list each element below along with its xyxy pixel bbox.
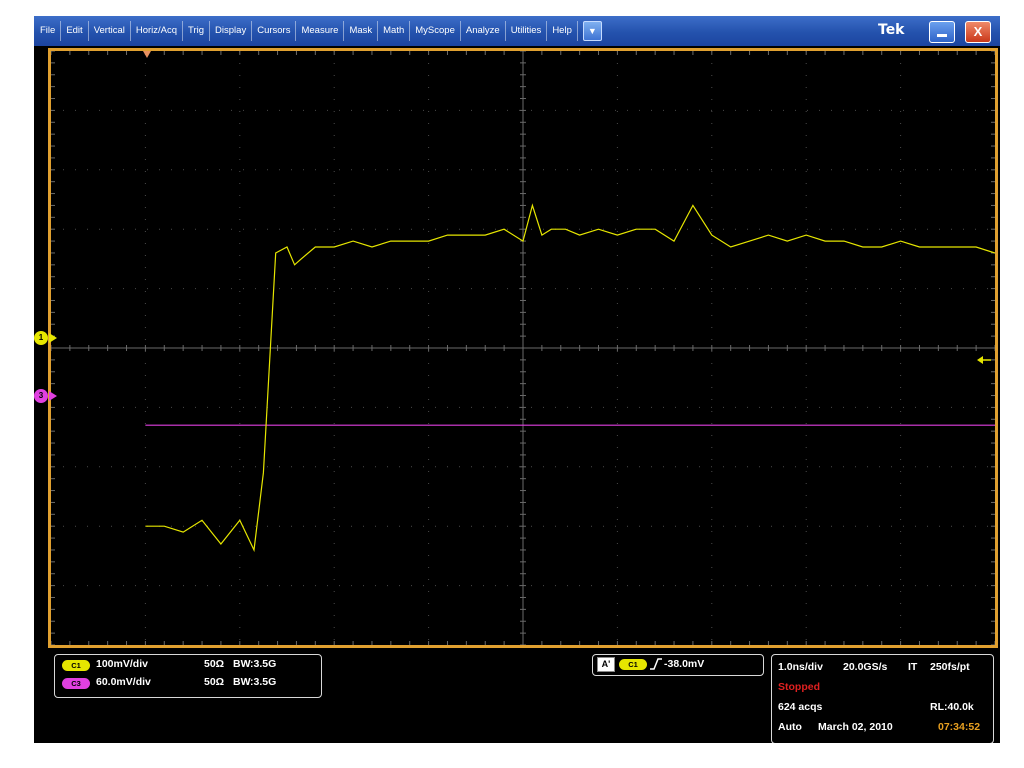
channel-3-bandwidth: :3.5G <box>250 676 277 688</box>
sample-rate: 20.0GS/s <box>843 661 888 673</box>
dropdown-arrow-icon[interactable]: ▼ <box>582 21 602 41</box>
trigger-level-arrow-icon[interactable] <box>977 356 991 364</box>
channel-readout-box[interactable] <box>54 654 322 698</box>
menu-cursors[interactable]: Cursors <box>252 21 297 41</box>
trigger-mode: Auto <box>778 721 802 733</box>
time-resolution: 250fs/pt <box>930 661 970 673</box>
trigger-source-chip: C1 <box>619 659 647 670</box>
menu-utilities[interactable]: Utilities <box>506 21 548 41</box>
channel-1-bandwidth: :3.5G <box>250 658 277 670</box>
tek-logo: Tek <box>878 22 905 38</box>
menu-mask[interactable]: Mask <box>344 21 379 41</box>
channel-1-scale: 100mV/div <box>96 658 148 670</box>
time-per-div: 1.0ns/div <box>778 661 823 673</box>
menu-vertical[interactable]: Vertical <box>89 21 131 41</box>
trigger-mode-badge: A' <box>597 657 615 672</box>
menu-measure[interactable]: Measure <box>296 21 345 41</box>
menu-horiz-acq[interactable]: Horiz/Acq <box>131 21 184 41</box>
channel-1-marker-arrow-icon <box>49 333 57 343</box>
menu-myscope[interactable]: MyScope <box>410 21 461 41</box>
channel-3-chip[interactable]: C3 <box>62 678 90 689</box>
acquisition-mode: IT <box>908 661 918 673</box>
acquisition-date: March 02, 2010 <box>818 721 893 733</box>
acquisition-state: Stopped <box>778 681 820 693</box>
menu-help[interactable]: Help <box>547 21 578 41</box>
trigger-position-icon[interactable] <box>143 51 151 58</box>
menu-bar: File Edit Vertical Horiz/Acq Trig Displa… <box>34 16 1000 46</box>
record-length: RL:40.0k <box>930 701 974 713</box>
waveform-display[interactable] <box>48 48 998 648</box>
menu-math[interactable]: Math <box>378 21 411 41</box>
channel-1-chip[interactable]: C1 <box>62 660 90 671</box>
menu-trig[interactable]: Trig <box>183 21 211 41</box>
acquisition-count: 624 acqs <box>778 701 823 713</box>
channel-1-marker[interactable]: 1 <box>34 331 48 345</box>
close-button[interactable]: X <box>965 21 991 43</box>
status-panel: C1 100mV/div 50Ω BW :3.5G C3 60.0mV/div … <box>34 648 1000 743</box>
menu-file[interactable]: File <box>34 21 62 41</box>
channel-3-impedance: 50Ω <box>204 676 225 688</box>
minimize-button[interactable] <box>929 21 955 43</box>
rising-edge-icon <box>650 658 662 670</box>
waveform-graticule <box>51 51 995 645</box>
channel-3-marker-arrow-icon <box>49 391 57 401</box>
channel-1-waveform <box>145 203 995 553</box>
acquisition-time: 07:34:52 <box>938 721 981 733</box>
graticule-grid <box>51 51 995 645</box>
oscilloscope-app: File Edit Vertical Horiz/Acq Trig Displa… <box>34 16 1000 743</box>
channel-3-bw-label: BW <box>233 676 251 688</box>
trigger-level: -38.0mV <box>664 658 705 670</box>
menu-analyze[interactable]: Analyze <box>461 21 506 41</box>
menu-edit[interactable]: Edit <box>61 21 89 41</box>
channel-3-scale: 60.0mV/div <box>96 676 151 688</box>
channel-1-impedance: 50Ω <box>204 658 225 670</box>
channel-3-marker[interactable]: 3 <box>34 389 48 403</box>
menu-display[interactable]: Display <box>210 21 253 41</box>
channel-1-bw-label: BW <box>233 658 251 670</box>
